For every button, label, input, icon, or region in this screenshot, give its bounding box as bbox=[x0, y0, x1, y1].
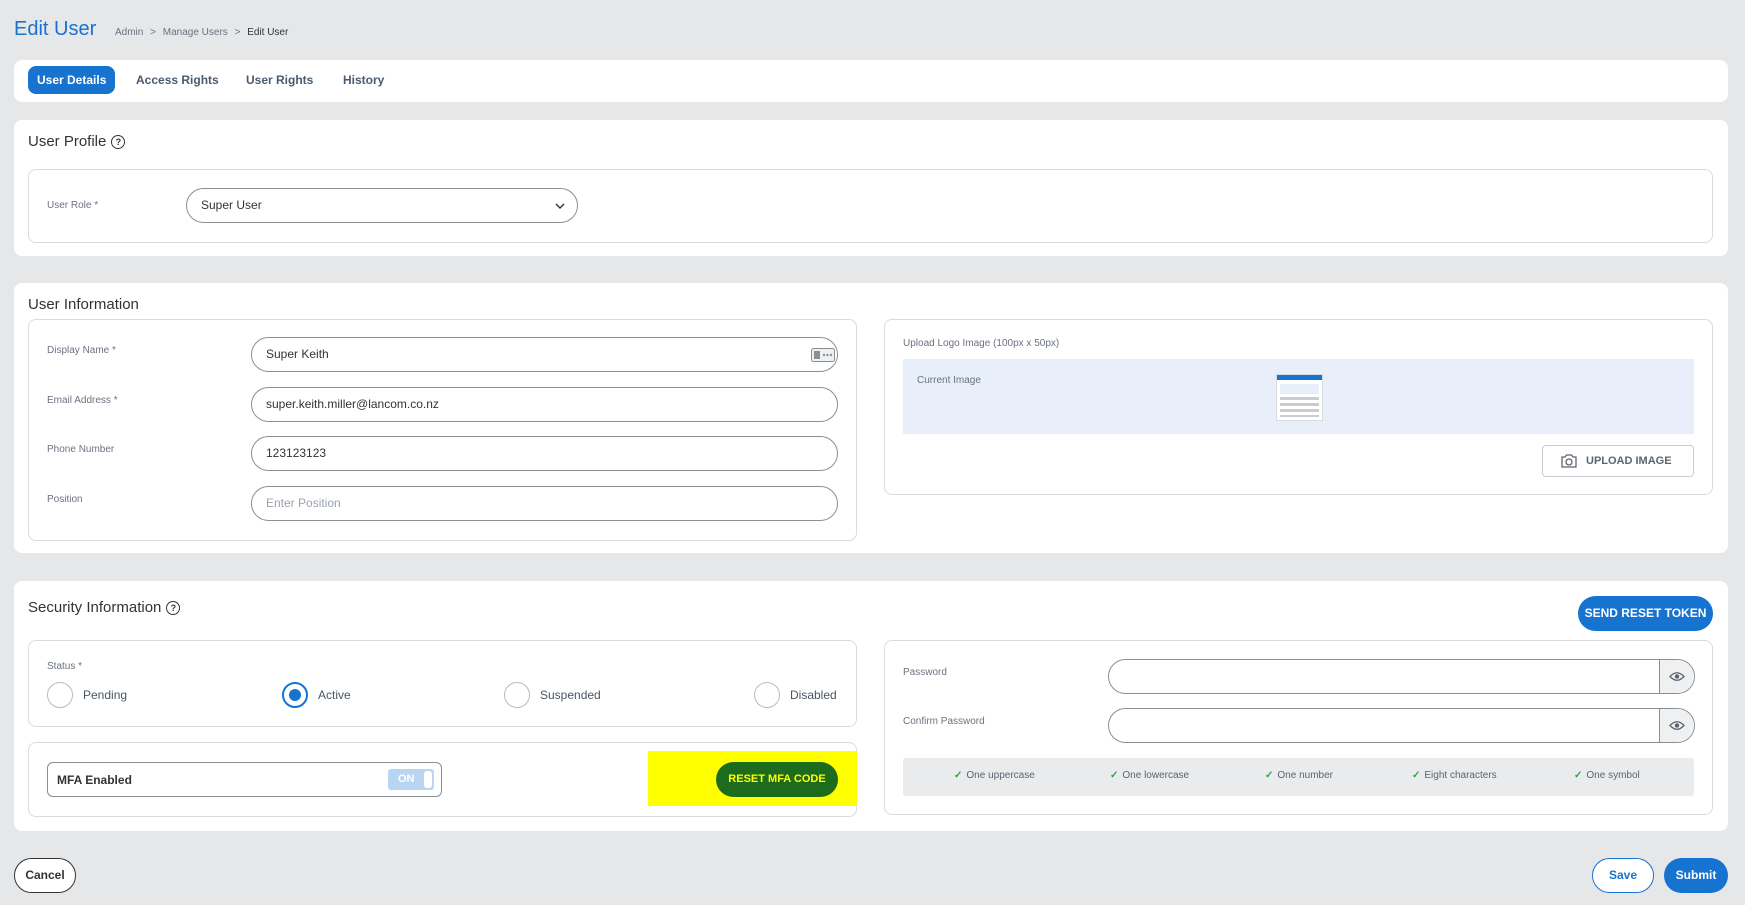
rule-text: One symbol bbox=[1586, 770, 1640, 781]
password-visibility-toggle[interactable] bbox=[1659, 660, 1694, 693]
check-icon: ✓ bbox=[1265, 770, 1274, 781]
mfa-toggle[interactable]: ON bbox=[388, 769, 434, 790]
tab-user-details[interactable]: User Details bbox=[28, 66, 116, 94]
status-suspended-label[interactable]: Suspended bbox=[540, 688, 601, 702]
help-icon[interactable]: ? bbox=[111, 135, 126, 149]
password-input[interactable] bbox=[1108, 659, 1695, 694]
status-panel bbox=[28, 640, 857, 727]
upload-logo-label: Upload Logo Image (100px x 50px) bbox=[903, 338, 1060, 349]
current-image-thumbnail bbox=[1276, 374, 1323, 421]
confirm-password-label: Confirm Password bbox=[903, 716, 985, 727]
tab-access-rights[interactable]: Access Rights bbox=[136, 66, 219, 94]
eye-icon bbox=[1669, 721, 1685, 730]
user-role-select[interactable]: Super User bbox=[186, 188, 578, 223]
position-label: Position bbox=[47, 494, 83, 505]
user-information-title: User Information bbox=[28, 296, 139, 313]
current-image-label: Current Image bbox=[917, 375, 981, 386]
status-disabled-radio[interactable] bbox=[754, 682, 780, 708]
reset-mfa-code-button[interactable]: RESET MFA CODE bbox=[716, 762, 838, 797]
status-pending-label[interactable]: Pending bbox=[83, 688, 127, 702]
check-icon: ✓ bbox=[954, 770, 963, 781]
password-rule-uppercase: ✓ One uppercase bbox=[954, 770, 1035, 781]
check-icon: ✓ bbox=[1574, 770, 1583, 781]
check-icon: ✓ bbox=[1110, 770, 1119, 781]
confirm-password-visibility-toggle[interactable] bbox=[1659, 709, 1694, 742]
breadcrumb-admin[interactable]: Admin bbox=[115, 27, 143, 38]
mfa-toggle-state: ON bbox=[398, 773, 415, 785]
password-rule-number: ✓ One number bbox=[1265, 770, 1333, 781]
user-role-label: User Role * bbox=[47, 200, 99, 211]
email-input[interactable]: super.keith.miller@lancom.co.nz bbox=[251, 387, 838, 422]
camera-icon bbox=[1561, 454, 1577, 468]
breadcrumb-manage-users[interactable]: Manage Users bbox=[163, 27, 228, 38]
tab-history[interactable]: History bbox=[343, 66, 384, 94]
tab-user-rights[interactable]: User Rights bbox=[246, 66, 313, 94]
display-name-input[interactable]: Super Keith bbox=[251, 337, 838, 372]
status-disabled-label[interactable]: Disabled bbox=[790, 688, 837, 702]
confirm-password-input[interactable] bbox=[1108, 708, 1695, 743]
send-reset-token-button[interactable]: SEND RESET TOKEN bbox=[1578, 596, 1713, 631]
password-label: Password bbox=[903, 667, 947, 678]
password-rule-lowercase: ✓ One lowercase bbox=[1110, 770, 1189, 781]
security-information-title: Security Information? bbox=[28, 599, 181, 616]
mfa-enabled-label: MFA Enabled bbox=[57, 773, 132, 787]
status-active-label[interactable]: Active bbox=[318, 688, 351, 702]
rule-text: One number bbox=[1277, 770, 1333, 781]
phone-label: Phone Number bbox=[47, 444, 115, 455]
status-active-radio[interactable] bbox=[282, 682, 308, 708]
rule-text: One lowercase bbox=[1122, 770, 1190, 781]
breadcrumb-separator: > bbox=[234, 27, 241, 38]
save-button[interactable]: Save bbox=[1592, 858, 1654, 893]
breadcrumb-separator: > bbox=[150, 27, 156, 38]
status-pending-radio[interactable] bbox=[47, 682, 73, 708]
password-rule-symbol: ✓ One symbol bbox=[1574, 770, 1640, 781]
breadcrumb: Admin > Manage Users > Edit User bbox=[115, 27, 288, 38]
mfa-enabled-toggle-field: MFA Enabled ON bbox=[47, 762, 442, 797]
help-icon[interactable]: ? bbox=[166, 601, 181, 615]
upload-image-button[interactable]: UPLOAD IMAGE bbox=[1542, 445, 1694, 477]
user-role-value: Super User bbox=[201, 198, 262, 212]
page-title: Edit User bbox=[14, 18, 97, 40]
user-profile-title-text: User Profile bbox=[28, 133, 107, 150]
email-label: Email Address * bbox=[47, 395, 118, 406]
eye-icon bbox=[1669, 672, 1685, 681]
display-name-label: Display Name * bbox=[47, 345, 116, 356]
check-icon: ✓ bbox=[1412, 770, 1421, 781]
status-label: Status * bbox=[47, 661, 83, 672]
submit-button[interactable]: Submit bbox=[1664, 858, 1728, 893]
user-profile-title: User Profile? bbox=[28, 133, 126, 150]
security-title-text: Security Information bbox=[28, 599, 162, 616]
upload-image-label: UPLOAD IMAGE bbox=[1586, 455, 1672, 467]
position-input[interactable]: Enter Position bbox=[251, 486, 838, 521]
rule-text: Eight characters bbox=[1424, 770, 1497, 781]
chevron-down-icon bbox=[555, 203, 565, 209]
breadcrumb-current: Edit User bbox=[247, 27, 289, 38]
phone-input[interactable]: 123123123 bbox=[251, 436, 838, 471]
rule-text: One uppercase bbox=[966, 770, 1035, 781]
contact-card-icon[interactable] bbox=[811, 348, 835, 362]
password-rule-eight-characters: ✓ Eight characters bbox=[1412, 770, 1497, 781]
cancel-button[interactable]: Cancel bbox=[14, 858, 76, 893]
mfa-toggle-knob bbox=[424, 771, 432, 788]
display-name-value: Super Keith bbox=[266, 347, 329, 361]
status-suspended-radio[interactable] bbox=[504, 682, 530, 708]
